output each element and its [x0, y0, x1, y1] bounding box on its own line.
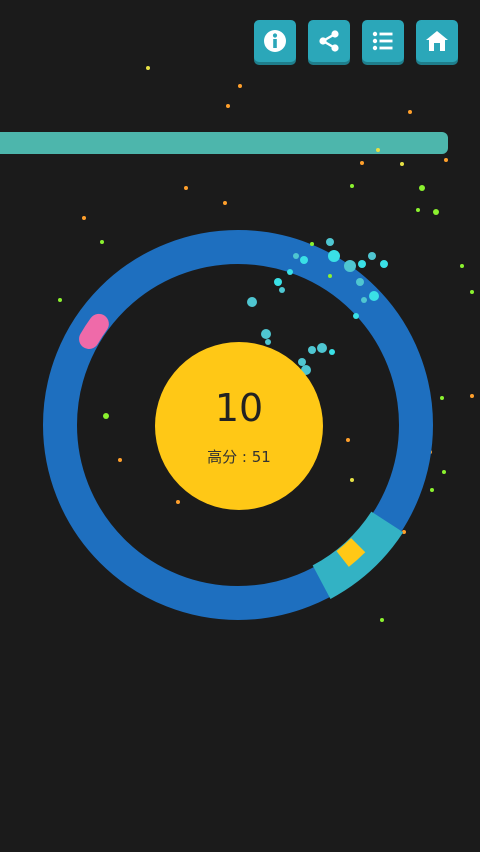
particle	[442, 470, 446, 474]
trail-particle	[310, 242, 314, 246]
trail-particle	[353, 313, 359, 319]
trail-particle	[329, 349, 335, 355]
particle	[176, 500, 180, 504]
particle	[376, 148, 380, 152]
particle	[430, 488, 434, 492]
trail-particle	[356, 278, 364, 286]
center-disc[interactable]: 10 高分 : 51	[155, 342, 323, 510]
highscore-value: 51	[251, 448, 271, 466]
trail-particle	[261, 329, 271, 339]
trail-particle	[361, 297, 367, 303]
highscore: 高分 : 51	[155, 446, 323, 467]
trail-particle	[293, 253, 299, 259]
particle	[460, 264, 464, 268]
trail-particle	[369, 291, 379, 301]
particle	[82, 216, 86, 220]
pink-block	[79, 313, 109, 349]
trail-particle	[380, 260, 388, 268]
particle	[440, 396, 444, 400]
trail-particle	[279, 287, 285, 293]
trail-particle	[344, 260, 356, 272]
particle	[184, 186, 188, 190]
particle	[100, 240, 104, 244]
yellow-block	[336, 538, 366, 567]
particle	[238, 84, 242, 88]
particle	[223, 201, 227, 205]
particle	[408, 110, 412, 114]
particle	[433, 209, 439, 215]
particle	[419, 185, 425, 191]
trail-particle	[274, 278, 282, 286]
trail-particle	[298, 358, 306, 366]
particle	[146, 66, 150, 70]
score-value: 10	[214, 386, 264, 430]
trail-particle	[265, 339, 271, 345]
particle	[400, 162, 404, 166]
trail-particle	[368, 252, 376, 260]
highscore-label: 高分	[207, 448, 238, 466]
particle	[103, 413, 109, 419]
trail-particle	[247, 297, 257, 307]
trail-particle	[358, 260, 366, 268]
trail-particle	[300, 256, 308, 264]
trail-particle	[308, 346, 316, 354]
trail-particle	[326, 238, 334, 246]
trail-particle	[287, 269, 293, 275]
particle	[350, 184, 354, 188]
particle	[444, 158, 448, 162]
particle	[470, 290, 474, 294]
particle	[470, 394, 474, 398]
particle	[226, 104, 230, 108]
particle	[346, 438, 350, 442]
trail-particle	[328, 250, 340, 262]
particle	[58, 298, 62, 302]
particle	[360, 161, 364, 165]
particle	[416, 208, 420, 212]
trail-particle	[317, 343, 327, 353]
particle	[350, 478, 354, 482]
highscore-separator: :	[237, 448, 252, 466]
particle	[118, 458, 122, 462]
trail-particle	[328, 274, 332, 278]
particle	[380, 618, 384, 622]
